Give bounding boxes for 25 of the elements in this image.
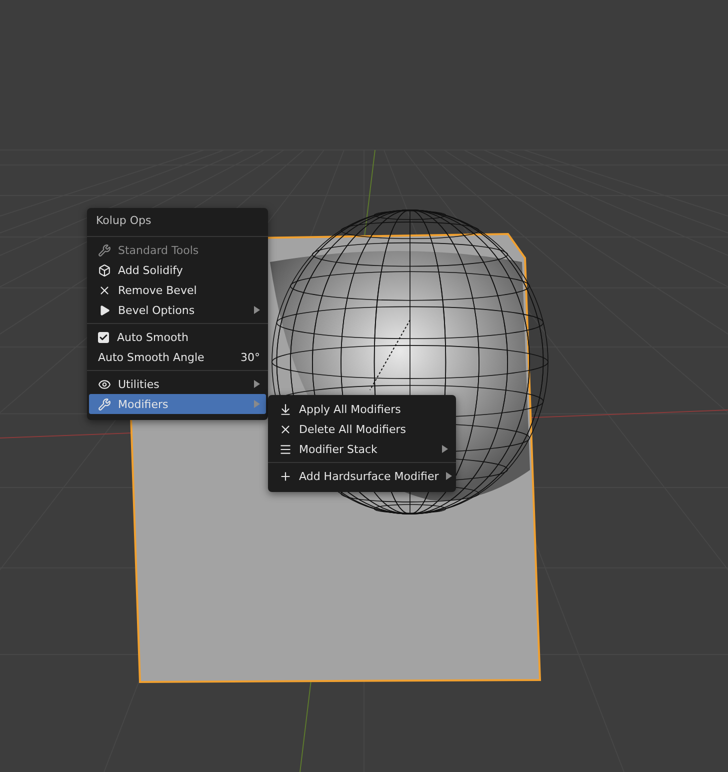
menu-item[interactable]: Modifiers xyxy=(89,394,266,414)
menu-item[interactable]: Bevel Options xyxy=(89,300,266,320)
submenu-arrow-icon xyxy=(446,472,452,480)
plus-icon xyxy=(278,470,292,482)
download-icon xyxy=(278,402,292,416)
tools-icon xyxy=(97,244,111,256)
eye-icon xyxy=(97,378,111,390)
number-field[interactable]: Auto Smooth Angle 30° xyxy=(89,347,266,367)
cube-icon xyxy=(97,264,111,276)
menu-icon xyxy=(278,442,292,456)
menu-item[interactable]: Delete All Modifiers xyxy=(270,419,454,439)
submenu-arrow-icon xyxy=(254,380,260,388)
wrench-icon xyxy=(97,398,111,410)
submenu-arrow-icon xyxy=(254,306,260,314)
submenu-arrow-icon xyxy=(442,445,448,453)
menu-item[interactable]: Auto Smooth xyxy=(89,327,266,347)
menu-item[interactable]: Utilities xyxy=(89,374,266,394)
menu-item[interactable]: Add Solidify xyxy=(89,260,266,280)
submenu-arrow-icon xyxy=(254,400,260,408)
menu-item[interactable]: Add Hardsurface Modifier xyxy=(270,466,454,486)
menu-title: Kolup Ops xyxy=(87,208,268,237)
menu-item[interactable]: Apply All Modifiers xyxy=(270,399,454,419)
menu-item[interactable]: Remove Bevel xyxy=(89,280,266,300)
checkbox[interactable] xyxy=(98,332,109,342)
menu-item[interactable]: Modifier Stack xyxy=(270,439,454,459)
